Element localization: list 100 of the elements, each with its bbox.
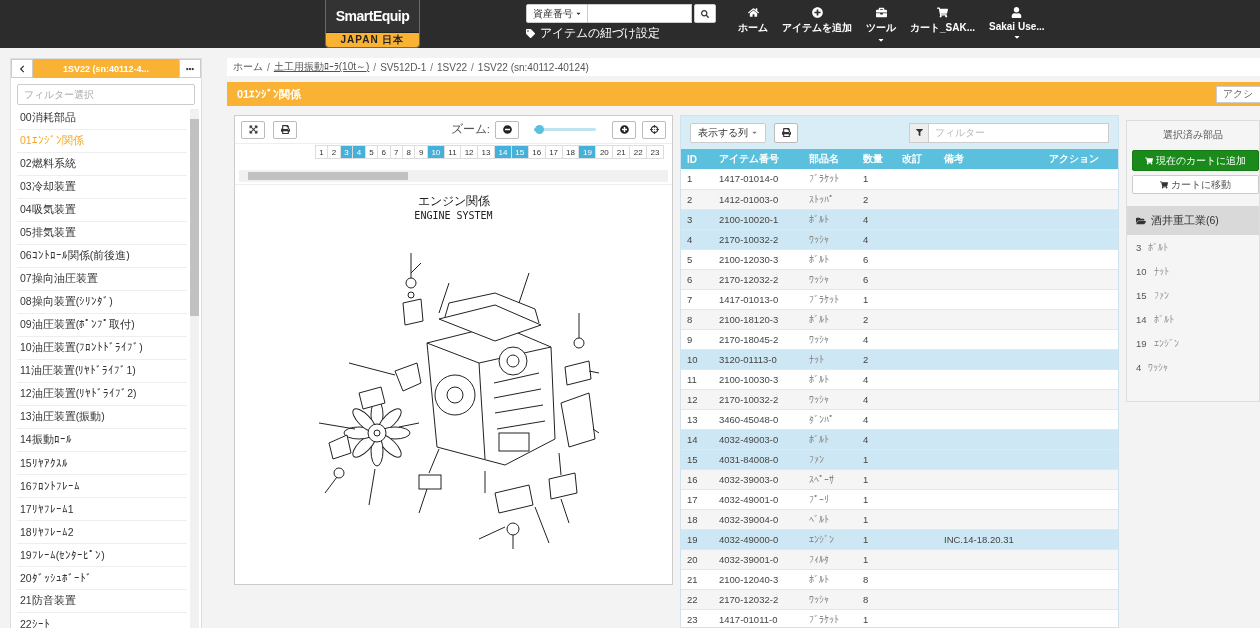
breadcrumb-link[interactable]: 1SV22 (sn:40112-40124)	[477, 61, 589, 73]
group-header[interactable]: 酒井重工業(6)	[1127, 206, 1259, 235]
folder-icon	[1136, 215, 1146, 226]
id-cell: 23	[681, 609, 713, 627]
category-item[interactable]: 15ﾘﾔｱｸｽﾙ	[17, 452, 187, 475]
table-row[interactable]: 16 4032-39003-0 ｽﾍﾟｰｻ 1	[681, 469, 1118, 489]
columns-dropdown[interactable]: 表示する列	[690, 122, 766, 143]
table-row[interactable]: 8 2100-18120-3 ﾎﾞﾙﾄ 2	[681, 309, 1118, 329]
filter-field[interactable]: フィルター選択	[17, 84, 195, 105]
zoom-in-button[interactable]	[612, 120, 636, 139]
category-item[interactable]: 12油圧装置(ﾘﾔﾄﾞﾗｲﾌﾞ2)	[17, 383, 187, 406]
nav-item[interactable]: ホーム	[734, 7, 772, 44]
fullscreen-button[interactable]	[241, 120, 265, 139]
nav-item[interactable]: Sakai Use...	[985, 7, 1049, 44]
category-item[interactable]: 04吸気装置	[17, 199, 187, 222]
page-number[interactable]: 22	[629, 145, 648, 159]
zoom-out-button[interactable]	[495, 120, 519, 139]
table-row[interactable]: 18 4032-39004-0 ﾍﾞﾙﾄ 1	[681, 509, 1118, 529]
category-item[interactable]: 14振動ﾛｰﾙ	[17, 429, 187, 452]
panel-title: 選択済み部品	[1162, 128, 1224, 142]
category-item[interactable]: 16ﾌﾛﾝﾄﾌﾚｰﾑ	[17, 475, 187, 498]
part-id: 4	[1136, 361, 1142, 373]
add-to-cart-button[interactable]: 現在のカートに追加	[1132, 150, 1259, 171]
breadcrumb-link[interactable]: SV512D-1	[380, 61, 427, 73]
category-item[interactable]: 20ﾀﾞｯｼｭﾎﾞｰﾄﾞ	[17, 567, 187, 590]
center-button[interactable]	[642, 120, 666, 139]
scrollbar-thumb[interactable]	[248, 172, 408, 180]
settings-link[interactable]: アイテムの紐づけ設定	[526, 26, 660, 41]
category-item[interactable]: 02燃料系統	[17, 153, 187, 176]
page-number[interactable]: 6	[377, 145, 391, 159]
table-row[interactable]: 9 2170-18045-2 ﾜｯｼｬ 4	[681, 329, 1118, 349]
category-item[interactable]: 10油圧装置(ﾌﾛﾝﾄﾄﾞﾗｲﾌﾞ)	[17, 337, 187, 360]
page-number[interactable]: 1	[314, 145, 329, 159]
category-item[interactable]: 08操向装置(ｼﾘﾝﾀﾞ)	[17, 291, 187, 314]
category-item[interactable]: 19ﾌﾚｰﾑ(ｾﾝﾀｰﾋﾟﾝ)	[17, 544, 187, 567]
part-name-cell: ﾎﾞﾙﾄ	[803, 369, 857, 389]
table-row[interactable]: 17 4032-49001-0 ﾌﾟｰﾘ 1	[681, 489, 1118, 509]
search-field[interactable]	[588, 4, 692, 23]
scrollbar-thumb[interactable]	[190, 119, 199, 316]
search-scope-dropdown[interactable]: 資産番号	[526, 4, 588, 23]
table-row[interactable]: 19 4032-49000-0 ｴﾝｼﾞﾝ 1 INC.14-18.20.31	[681, 529, 1118, 549]
page-number[interactable]: 23	[646, 145, 664, 159]
quantity-cell: 1	[857, 529, 896, 549]
category-item[interactable]: 06ｺﾝﾄﾛｰﾙ関係(前後進)	[17, 245, 187, 268]
category-item[interactable]: 17ﾘﾔﾌﾚｰﾑ1	[17, 498, 187, 521]
table-row[interactable]: 3 2100-10020-1 ﾎﾞﾙﾄ 4	[681, 209, 1118, 229]
print-icon	[781, 128, 791, 137]
part-name-cell: ﾌﾞﾗｹｯﾄ	[803, 169, 857, 189]
table-row[interactable]: 20 4032-39001-0 ﾌｨﾙﾀ 1	[681, 549, 1118, 569]
page-number[interactable]: 21	[612, 145, 631, 159]
breadcrumb-link[interactable]: 1SV22	[437, 61, 468, 73]
back-button[interactable]	[11, 59, 33, 78]
category-item[interactable]: 11油圧装置(ﾘﾔﾄﾞﾗｲﾌﾞ1)	[17, 360, 187, 383]
category-item[interactable]: 18ﾘﾔﾌﾚｰﾑ2	[17, 521, 187, 544]
table-row[interactable]: 22 2170-12032-2 ﾜｯｼｬ 8	[681, 589, 1118, 609]
id-cell: 8	[681, 309, 713, 329]
table-row[interactable]: 15 4031-84008-0 ﾌｧﾝ 1	[681, 449, 1118, 469]
table-row[interactable]: 21 2100-12040-3 ﾎﾞﾙﾄ 8	[681, 569, 1118, 589]
table-row[interactable]: 12 2170-10032-2 ﾜｯｼｬ 4	[681, 389, 1118, 409]
category-item[interactable]: 00消耗部品	[17, 107, 187, 130]
action-button[interactable]: アクシ	[1216, 85, 1260, 103]
category-item[interactable]: 13油圧装置(振動)	[17, 406, 187, 429]
table-row[interactable]: 2 1412-01003-0 ｽﾄｯﾊﾟ 2	[681, 189, 1118, 209]
table-row[interactable]: 11 2100-10030-3 ﾎﾞﾙﾄ 4	[681, 369, 1118, 389]
nav-item[interactable]: カート_SAK...	[906, 7, 979, 44]
table-row[interactable]: 4 2170-10032-2 ﾜｯｼｬ 4	[681, 229, 1118, 249]
category-item[interactable]: 09油圧装置(ﾎﾟﾝﾌﾟ取付)	[17, 314, 187, 337]
category-item[interactable]: 05排気装置	[17, 222, 187, 245]
search-button[interactable]	[694, 4, 716, 23]
horizontal-scrollbar[interactable]	[239, 170, 668, 182]
breadcrumb-link[interactable]: ホーム	[233, 60, 263, 74]
page-number[interactable]: 9	[414, 145, 428, 159]
nav-item[interactable]: アイテムを追加	[778, 7, 856, 44]
category-item[interactable]: 03冷却装置	[17, 176, 187, 199]
page-number[interactable]: 2	[327, 145, 341, 159]
cart-icon	[1145, 156, 1153, 165]
nav-item[interactable]: ツール	[862, 7, 900, 44]
part-name-cell: ｴﾝｼﾞﾝ	[803, 529, 857, 549]
page-number[interactable]: 20	[595, 145, 614, 159]
logo[interactable]: SmartEquip JAPAN 日本	[325, 0, 420, 48]
print-button[interactable]	[774, 122, 798, 143]
more-button[interactable]	[179, 59, 201, 78]
table-row[interactable]: 13 3460-45048-0 ﾀﾞﾝﾊﾟ 4	[681, 409, 1118, 429]
page-number[interactable]: 13	[477, 145, 495, 159]
item-number-cell: 4032-49000-0	[713, 529, 803, 549]
table-row[interactable]: 10 3120-01113-0 ﾅｯﾄ 2	[681, 349, 1118, 369]
quantity-cell: 2	[857, 349, 896, 369]
category-item[interactable]: 22ｼｰﾄ	[17, 613, 187, 628]
print-button[interactable]	[273, 120, 297, 139]
table-row[interactable]: 5 2100-12030-3 ﾎﾞﾙﾄ 6	[681, 249, 1118, 269]
page-number[interactable]: 12	[460, 145, 479, 159]
zoom-slider-thumb[interactable]	[534, 125, 544, 134]
breadcrumb-link[interactable]: 土工用振動ﾛｰﾗ(10t～)	[273, 60, 370, 74]
go-to-cart-button[interactable]: カートに移動	[1132, 175, 1259, 194]
category-item[interactable]: 07操向油圧装置	[17, 268, 187, 291]
table-row[interactable]: 14 4032-49003-0 ﾎﾞﾙﾄ 4	[681, 429, 1118, 449]
scrollbar[interactable]	[190, 109, 199, 628]
zoom-slider-track[interactable]	[534, 128, 596, 131]
table-row[interactable]: 6 2170-12032-2 ﾜｯｼｬ 6	[681, 269, 1118, 289]
category-item[interactable]: 21防音装置	[17, 590, 187, 613]
